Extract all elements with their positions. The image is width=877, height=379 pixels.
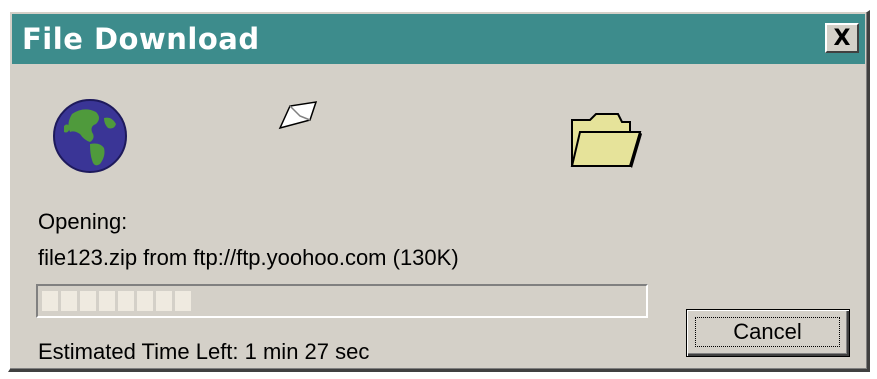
progress-block (42, 291, 58, 311)
cancel-button[interactable]: Cancel (686, 309, 850, 357)
progress-block (80, 291, 96, 311)
progress-block (175, 291, 191, 311)
cancel-button-label: Cancel (695, 317, 840, 347)
progress-block (99, 291, 115, 311)
progress-block (156, 291, 172, 311)
progress-block (118, 291, 134, 311)
file-info-text: file123.zip from ftp://ftp.yoohoo.com (1… (38, 245, 459, 270)
file-download-dialog: File Download X Opening: file123.zip fro… (8, 10, 870, 372)
window-title: File Download (22, 22, 260, 56)
title-bar[interactable]: File Download X (12, 14, 865, 64)
close-button[interactable]: X (825, 23, 859, 53)
progress-block (61, 291, 77, 311)
opening-label: Opening: (38, 209, 128, 234)
globe-icon (53, 99, 127, 173)
close-icon: X (833, 25, 851, 51)
folder-icon (570, 113, 642, 168)
flying-paper-icon (278, 101, 318, 130)
progress-block (137, 291, 153, 311)
progress-fill (42, 291, 642, 311)
download-progress-bar (36, 284, 648, 318)
estimated-time-left: Estimated Time Left: 1 min 27 sec (38, 339, 370, 364)
